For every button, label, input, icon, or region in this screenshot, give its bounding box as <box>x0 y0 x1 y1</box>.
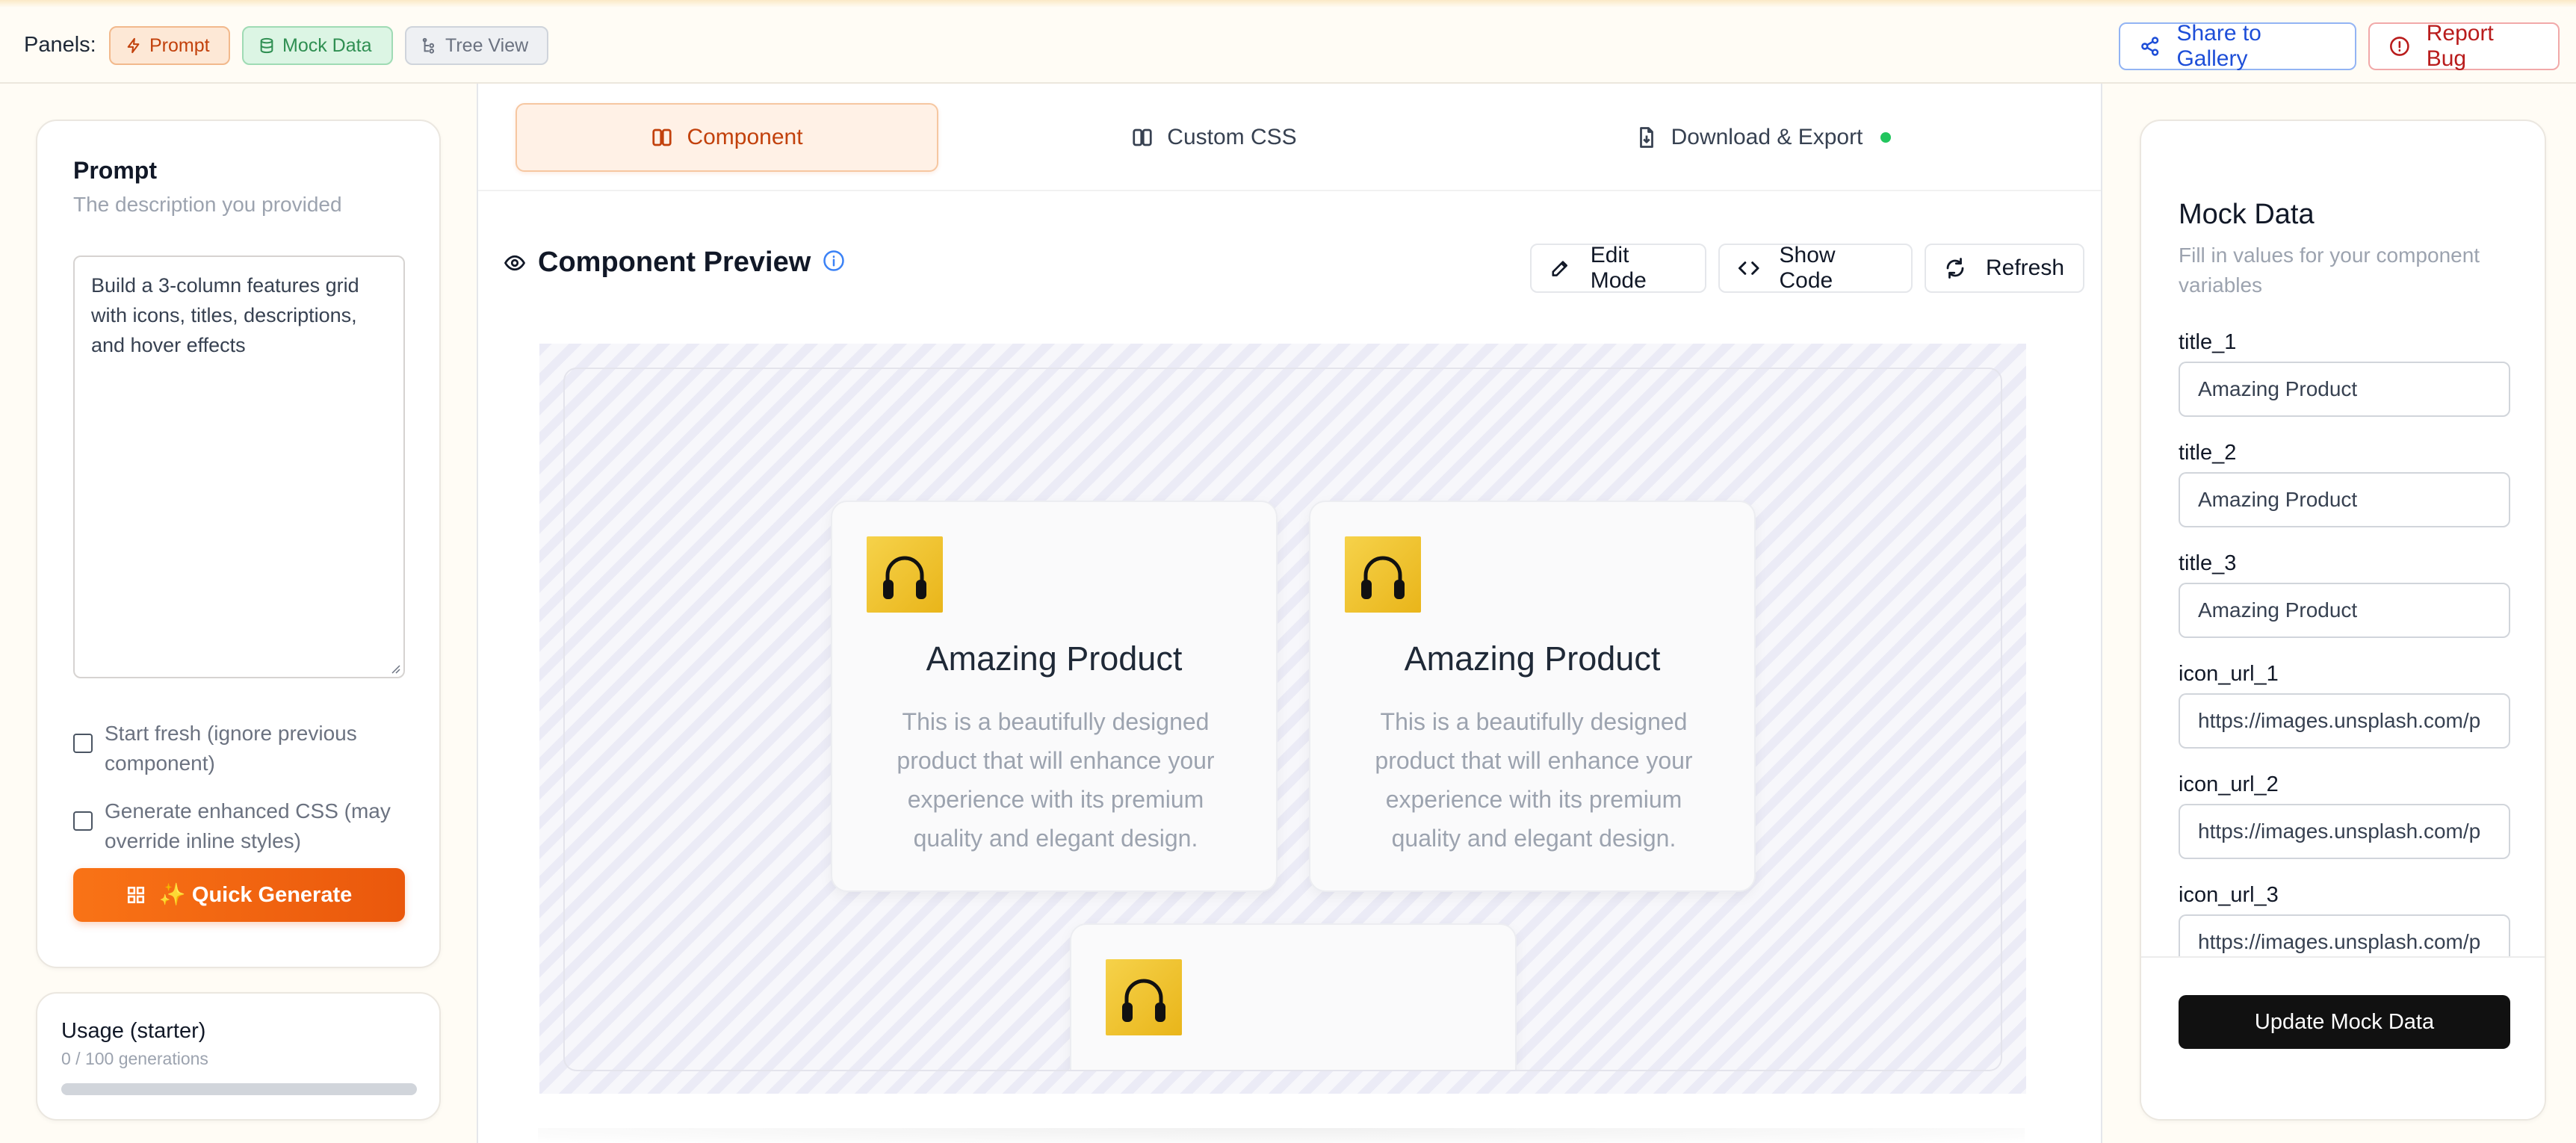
top-accent-strip <box>0 0 2576 7</box>
eye-icon <box>504 255 526 270</box>
share-to-gallery-button[interactable]: Share to Gallery <box>2119 21 2356 71</box>
bolt-icon <box>127 37 140 54</box>
show-code-button[interactable]: Show Code <box>1718 243 1913 293</box>
tab-custom-css-label: Custom CSS <box>1167 125 1297 149</box>
code-icon <box>1738 261 1759 275</box>
columns-icon <box>652 128 672 146</box>
preview-canvas: Amazing Product This is a beautifully de… <box>539 344 2026 1094</box>
mock-data-title: Mock Data <box>2179 199 2315 230</box>
prompt-text: Build a 3-column features grid with icon… <box>91 274 359 356</box>
usage-title: Usage (starter) <box>61 1019 206 1043</box>
headphones-icon <box>1361 556 1405 599</box>
info-button[interactable] <box>823 250 845 276</box>
feature-title: Amazing Product <box>926 639 1183 678</box>
alert-circle-icon <box>2390 37 2409 56</box>
field-label-icon-url-1: icon_url_1 <box>2179 662 2279 686</box>
headphones-icon <box>883 556 926 599</box>
edit-mode-label: Edit Mode <box>1590 243 1647 293</box>
database-icon <box>260 37 273 54</box>
tree-icon <box>422 37 435 54</box>
panel-toggle-mock-data[interactable]: Mock Data <box>242 26 393 65</box>
chip-prompt-label: Prompt <box>149 34 210 56</box>
usage-progress-bar <box>61 1083 417 1095</box>
resize-grip-icon[interactable] <box>388 662 400 674</box>
grid-icon <box>127 886 144 904</box>
headphones-image <box>867 536 943 613</box>
feature-description: This is a beautifully designed product t… <box>897 708 1215 852</box>
usage-panel: Usage (starter) 0 / 100 generations <box>36 992 441 1121</box>
status-dot <box>1880 132 1892 143</box>
tab-component[interactable]: Component <box>515 103 938 172</box>
refresh-button[interactable]: Refresh <box>1925 244 2084 293</box>
panel-toggle-tree-view[interactable]: Tree View <box>405 26 548 65</box>
option-start-fresh[interactable]: Start fresh (ignore previous component) <box>73 719 417 778</box>
title-2-input[interactable] <box>2179 472 2510 527</box>
report-bug-button[interactable]: Report Bug <box>2368 21 2560 71</box>
show-code-label: Show Code <box>1779 243 1836 293</box>
headphones-image <box>1106 959 1182 1035</box>
tab-bar: Component Custom CSS Download & Export <box>478 84 2101 191</box>
columns-icon <box>1133 128 1152 146</box>
report-bug-label: Report Bug <box>2426 21 2494 71</box>
icon-url-2-input[interactable] <box>2179 804 2510 859</box>
preview-header: Component Preview <box>504 247 845 279</box>
panel-toggle-prompt[interactable]: Prompt <box>109 26 230 65</box>
edit-mode-button[interactable]: Edit Mode <box>1530 243 1706 293</box>
field-label-title-1: title_1 <box>2179 330 2237 354</box>
update-mock-data-label: Update Mock Data <box>2254 1009 2435 1034</box>
tab-component-label: Component <box>687 125 803 149</box>
headphones-image <box>1345 536 1421 613</box>
panels-label: Panels: <box>24 33 96 57</box>
title-1-input[interactable] <box>2179 362 2510 417</box>
share-label: Share to Gallery <box>2176 21 2261 71</box>
preview-title: Component Preview <box>538 247 811 278</box>
update-mock-data-button[interactable]: Update Mock Data <box>2179 995 2510 1049</box>
refresh-label: Refresh <box>1986 255 2065 280</box>
divider-right <box>2101 84 2102 1143</box>
field-label-icon-url-3: icon_url_3 <box>2179 883 2279 907</box>
mock-data-subtitle: Fill in values for your component variab… <box>2179 244 2480 297</box>
usage-detail: 0 / 100 generations <box>61 1049 208 1068</box>
top-bar: Panels: Prompt Mock Data Tree View Share… <box>0 7 2576 84</box>
file-download-icon <box>1639 127 1653 148</box>
option-enhanced-css[interactable]: Generate enhanced CSS (may override inli… <box>73 796 417 856</box>
preview-frame: Amazing Product This is a beautifully de… <box>563 368 2002 1071</box>
prompt-textarea[interactable]: Build a 3-column features grid with icon… <box>73 255 405 678</box>
icon-url-1-input[interactable] <box>2179 693 2510 749</box>
start-fresh-checkbox[interactable] <box>73 734 93 753</box>
title-3-input[interactable] <box>2179 583 2510 638</box>
info-icon <box>823 250 845 271</box>
enhanced-css-checkbox[interactable] <box>73 811 93 831</box>
field-label-icon-url-2: icon_url_2 <box>2179 772 2279 796</box>
enhanced-css-label: Generate enhanced CSS (may override inli… <box>105 799 391 852</box>
mock-data-panel: Mock Data Fill in values for your compon… <box>2140 120 2546 1121</box>
quick-generate-button[interactable]: ✨ Quick Generate <box>73 868 405 922</box>
chip-mock-label: Mock Data <box>282 34 372 56</box>
chip-tree-label: Tree View <box>445 34 529 56</box>
start-fresh-label: Start fresh (ignore previous component) <box>105 722 357 775</box>
tab-download-export[interactable]: Download & Export <box>1472 103 2055 172</box>
quick-generate-label: ✨ Quick Generate <box>158 883 353 907</box>
tab-custom-css[interactable]: Custom CSS <box>1001 103 1427 172</box>
feature-description: This is a beautifully designed product t… <box>1375 708 1693 852</box>
share-icon <box>2141 37 2159 56</box>
field-label-title-2: title_2 <box>2179 441 2237 465</box>
feature-title: Amazing Product <box>1404 639 1661 678</box>
feature-card[interactable] <box>1070 923 1517 1070</box>
headphones-icon <box>1122 979 1165 1022</box>
prompt-panel: Prompt The description you provided Buil… <box>36 120 441 968</box>
main-workspace: Component Custom CSS Download & Export C… <box>478 84 2101 1143</box>
feature-card[interactable]: Amazing Product This is a beautifully de… <box>831 501 1278 892</box>
prompt-subtitle: The description you provided <box>73 193 342 216</box>
refresh-icon <box>1946 258 1964 279</box>
tab-export-label: Download & Export <box>1671 125 1863 149</box>
mock-data-footer: Update Mock Data <box>2141 956 2545 1119</box>
preview-shadow <box>538 1128 2025 1143</box>
feature-card[interactable]: Amazing Product This is a beautifully de… <box>1309 501 1756 892</box>
prompt-title: Prompt <box>73 157 157 184</box>
pencil-icon <box>1552 261 1568 276</box>
field-label-title-3: title_3 <box>2179 551 2237 575</box>
